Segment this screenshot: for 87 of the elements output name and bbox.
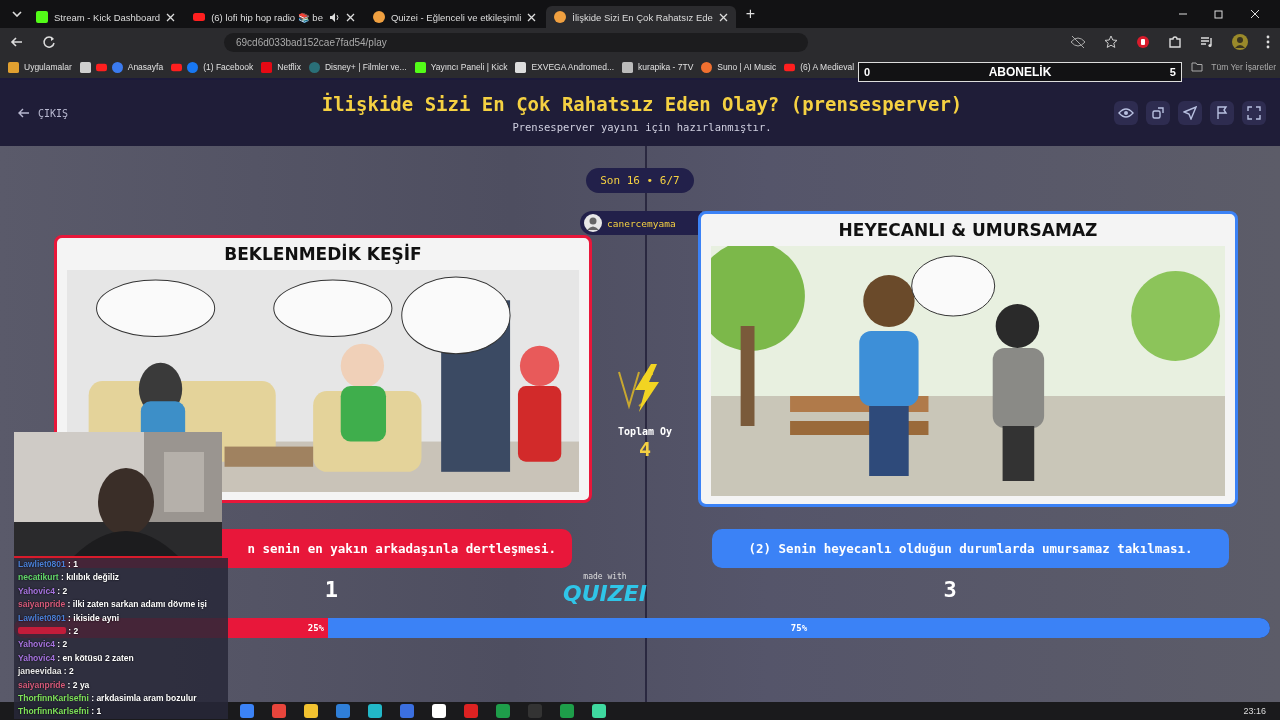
- chat-message: ThorfinnKarlsefni : arkdasimla aram bozulur: [17, 692, 198, 706]
- goal-min: 0: [864, 66, 871, 78]
- share-icon: [1151, 106, 1165, 120]
- bookmark-icon[interactable]: [8, 61, 19, 73]
- chat-message: ThorfinnKarlsefni : 1: [17, 705, 103, 719]
- address-field[interactable]: 69cd6d033bad152cae7fad54/play: [224, 32, 808, 52]
- bookmark-link[interactable]: Suno | AI Music: [717, 62, 777, 72]
- close-icon[interactable]: [1250, 9, 1260, 19]
- bookmark-link[interactable]: Disney+ | Filmler ve...: [324, 62, 407, 72]
- speaker-icon[interactable]: [328, 11, 340, 23]
- percent-label: 25%: [306, 623, 325, 634]
- site-icon: [36, 11, 48, 23]
- bookmark-link[interactable]: Uygulamalar: [24, 62, 72, 72]
- bookmark-link[interactable]: Yayıncı Paneli | Kick: [430, 62, 508, 72]
- paper-plane-icon: [1183, 106, 1197, 120]
- star-icon[interactable]: [1104, 35, 1118, 49]
- flag-button[interactable]: [1210, 101, 1234, 125]
- made-with-label: made with: [583, 572, 627, 582]
- folder-icon[interactable]: [1191, 62, 1204, 72]
- chat-message: janeevidaa : 2: [17, 665, 75, 679]
- option-card[interactable]: HEYECANLI & UMURSAMAZ: [698, 211, 1238, 507]
- chat-message: : 2: [14, 625, 228, 639]
- share-button[interactable]: [1146, 101, 1170, 125]
- browser-tab[interactable]: Stream - Kick Dashboard: [28, 6, 184, 28]
- site-icon: [554, 11, 567, 23]
- avatar-icon: [584, 214, 602, 232]
- site-icon: [372, 11, 385, 23]
- close-icon[interactable]: [718, 12, 728, 22]
- eye-off-icon[interactable]: [1070, 35, 1086, 49]
- total-votes-label: Toplam Oy: [617, 426, 673, 437]
- chat-message: necatikurt : kılıbık değiliz: [17, 571, 121, 585]
- bookmark-icon[interactable]: [622, 61, 634, 73]
- extension-icon[interactable]: [1136, 35, 1150, 49]
- chat-message: Yahovic4 : 2: [17, 638, 69, 652]
- chat-message: saiyanpride : ilki zaten sarkan adamı dövme işi: [17, 598, 208, 612]
- restore-icon[interactable]: [1214, 9, 1224, 19]
- bookmark-icon[interactable]: [515, 61, 527, 73]
- reload-icon[interactable]: [42, 35, 56, 49]
- browser-tab[interactable]: İlişkide Sizi En Çok Rahatsız Ede: [546, 6, 736, 28]
- bookmark-link[interactable]: (1) Facebook: [203, 62, 254, 72]
- chat-message: Yahovic4 : 2: [17, 584, 69, 598]
- browser-tab[interactable]: (6) lofi hip hop radio 📚 be: [185, 6, 363, 28]
- bookmark-icon[interactable]: [701, 61, 713, 73]
- profile-avatar[interactable]: [1232, 34, 1248, 50]
- media-icon[interactable]: [1200, 35, 1214, 49]
- bookmark-link[interactable]: Netflix: [277, 62, 301, 72]
- bookmark-link[interactable]: kurapika - 7TV: [638, 62, 694, 72]
- card-title: HEYECANLI & UMURSAMAZ: [838, 219, 1098, 242]
- eye-icon: [1118, 107, 1134, 119]
- quiz-title: İlişkide Sizi En Çok Rahatsız Eden Olay? (prensesperver): [321, 93, 963, 115]
- bookmark-icon[interactable]: [79, 61, 91, 73]
- chat-message: Lawliet0801 : ikiside ayni: [17, 611, 121, 625]
- bookmark-link[interactable]: EXVEGA Andromed...: [531, 62, 615, 72]
- back-arrow-icon: [18, 108, 30, 118]
- new-tab-button[interactable]: +: [737, 5, 764, 23]
- percent-label: 75%: [789, 623, 809, 634]
- option-label[interactable]: (2) Senin heyecanlı olduğun durumlarda umursamaz takılması.: [712, 529, 1229, 569]
- quiz-subtitle: Prensesperver yayını için hazırlanmıştır.: [512, 121, 772, 133]
- chat-message: Yahovic4 : en kötüsü 2 zaten: [17, 651, 135, 665]
- close-icon[interactable]: [345, 12, 355, 22]
- chat-message: saiyanpride : 2 ya: [17, 678, 91, 692]
- flag-icon: [1215, 106, 1229, 120]
- round-badge: Son 16 • 6/7: [586, 168, 694, 193]
- vote-count: 3: [943, 576, 957, 602]
- fullscreen-button[interactable]: [1242, 101, 1266, 125]
- goal-label: ABONELİK: [988, 65, 1052, 79]
- bookmark-link[interactable]: Tüm Yer İşaretler: [1211, 62, 1276, 72]
- back-icon[interactable]: [10, 35, 24, 49]
- close-icon[interactable]: [166, 12, 176, 22]
- view-button[interactable]: [1114, 101, 1138, 125]
- menu-icon[interactable]: [1266, 35, 1270, 49]
- vote-count: 1: [324, 576, 338, 602]
- exit-link[interactable]: ÇIKIŞ: [18, 107, 268, 119]
- send-button[interactable]: [1178, 101, 1202, 125]
- bookmark-icon[interactable]: [414, 61, 426, 73]
- card-title: BEKLENMEDİK KEŞİF: [224, 242, 422, 266]
- bookmark-link[interactable]: (6) A Medieval: [800, 62, 855, 72]
- clock: 23:16: [1243, 706, 1266, 716]
- total-votes: 4: [638, 437, 651, 461]
- quizei-logo: QUIZEI: [563, 581, 647, 607]
- close-icon[interactable]: [527, 12, 537, 22]
- goal-max: 5: [1169, 66, 1176, 78]
- bookmark-link[interactable]: Anasayfa: [127, 62, 164, 72]
- voter-name: canercemyama: [607, 217, 676, 229]
- site-icon: [193, 11, 206, 23]
- fullscreen-icon: [1247, 106, 1261, 120]
- browser-tab[interactable]: Quizei - Eğlenceli ve etkileşimli: [364, 6, 545, 28]
